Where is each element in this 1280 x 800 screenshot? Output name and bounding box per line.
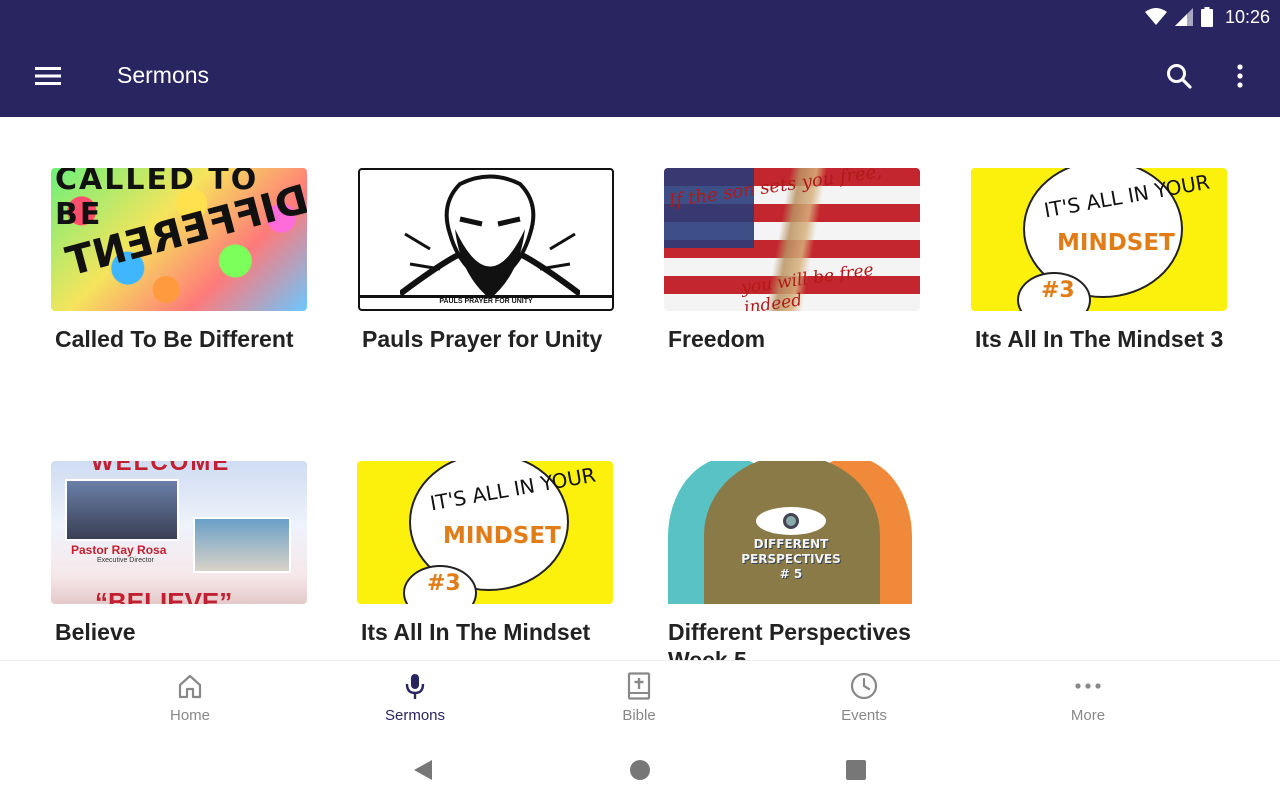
sermon-card[interactable]: CALLED TO BE DIFFERENT Called To Be Diff…	[51, 168, 311, 353]
sermon-card[interactable]: WELCOME Pastor Ray Rosa Executive Direct…	[51, 461, 311, 646]
nav-item-sermons[interactable]: Sermons	[355, 671, 475, 733]
home-circle-icon	[630, 760, 650, 780]
bible-icon	[627, 672, 651, 700]
thumbnail-text: PERSPECTIVES	[741, 552, 841, 566]
recents-button[interactable]	[844, 758, 868, 782]
sermon-title: Pauls Prayer for Unity	[362, 326, 603, 352]
pupil	[783, 513, 799, 529]
sermon-title: Different Perspectives Week 5	[668, 619, 911, 660]
nav-item-events[interactable]: Events	[804, 671, 924, 733]
sermon-thumbnail: DIFFERENT PERSPECTIVES # 5	[664, 461, 920, 604]
page-title: Sermons	[117, 62, 210, 88]
search-icon	[1167, 64, 1192, 89]
menu-button[interactable]	[30, 60, 66, 92]
wifi-icon	[1144, 8, 1167, 25]
system-navigation-bar	[0, 740, 1280, 800]
home-system-button[interactable]	[628, 758, 652, 782]
paul-illustration-icon	[400, 174, 580, 299]
nav-icon-wrap	[624, 671, 654, 701]
more-horizontal-icon	[1075, 683, 1101, 689]
nav-label: Home	[169, 707, 210, 724]
nav-icon-wrap	[400, 671, 430, 701]
sermon-grid: CALLED TO BE DIFFERENT Called To Be Diff…	[0, 117, 1280, 660]
more-vertical-icon	[1237, 64, 1243, 88]
thumbnail-text-block: DIFFERENT PERSPECTIVES # 5	[716, 537, 866, 582]
signal-icon	[1174, 8, 1193, 26]
sermon-thumbnail: IT'S ALL IN YOUR MINDSET #3	[357, 461, 613, 604]
sermon-title: Called To Be Different	[55, 326, 294, 352]
group-photo	[193, 517, 291, 573]
back-button[interactable]	[411, 758, 435, 782]
sermon-card[interactable]: IT'S ALL IN YOUR MINDSET #3 Its All In T…	[357, 461, 617, 646]
status-bar: 10:26	[0, 0, 1280, 34]
overflow-menu-button[interactable]	[1224, 59, 1256, 93]
sermon-title: Believe	[55, 619, 136, 645]
sermon-title: Freedom	[668, 326, 766, 352]
sermon-thumbnail: IT'S ALL IN YOUR MINDSET #3	[971, 168, 1227, 311]
thumbnail-text: Executive Director	[97, 557, 154, 564]
thumbnail-text: WELCOME	[91, 461, 231, 476]
back-triangle-icon	[414, 760, 432, 780]
thumbnail-text: #3	[1041, 278, 1075, 303]
sermon-thumbnail: PAULS PRAYER FOR UNITY	[358, 168, 614, 311]
thumbnail-text: DIFFERENT	[753, 537, 829, 551]
hamburger-menu-icon	[35, 67, 61, 85]
status-icons: 10:26	[1144, 6, 1270, 28]
nav-label: More	[1070, 707, 1106, 724]
sermon-thumbnail: CALLED TO BE DIFFERENT	[51, 168, 307, 311]
nav-label: Events	[841, 707, 887, 724]
nav-label: Sermons	[384, 707, 446, 724]
home-icon	[178, 674, 202, 699]
nav-item-more[interactable]: More	[1028, 671, 1148, 733]
bottom-navigation: Home Sermons Bible Events More	[0, 660, 1280, 740]
thumbnail-text: MINDSET	[443, 523, 561, 549]
microphone-icon	[405, 674, 425, 699]
thumbnail-text: #3	[427, 571, 461, 596]
recents-square-icon	[846, 760, 866, 780]
thumbnail-text: PAULS PRAYER FOR UNITY	[360, 295, 612, 309]
nav-icon-wrap	[175, 671, 205, 701]
thumbnail-text: # 5	[779, 567, 803, 581]
app-bar: 10:26 Sermons	[0, 0, 1280, 117]
thumbnail-text: Pastor Ray Rosa	[71, 543, 167, 557]
status-time: 10:26	[1224, 6, 1270, 27]
sermon-title: Its All In The Mindset 3	[975, 326, 1224, 352]
nav-item-home[interactable]: Home	[130, 671, 250, 733]
pastor-photo	[65, 479, 179, 541]
sermon-thumbnail: WELCOME Pastor Ray Rosa Executive Direct…	[51, 461, 307, 604]
thumbnail-text: “BELIEVE”	[95, 587, 233, 604]
sermon-title: Its All In The Mindset	[361, 619, 591, 645]
nav-label: Bible	[622, 707, 656, 724]
sermon-card[interactable]: DIFFERENT PERSPECTIVES # 5 Different Per…	[664, 461, 924, 660]
thumbnail-text: MINDSET	[1057, 230, 1175, 256]
nav-icon-wrap	[1073, 671, 1103, 701]
sermon-card[interactable]: If the son sets you free, you will be fr…	[664, 168, 924, 353]
clock-icon	[850, 672, 878, 700]
sermon-card[interactable]: IT'S ALL IN YOUR MINDSET #3 Its All In T…	[971, 168, 1231, 353]
nav-item-bible[interactable]: Bible	[579, 671, 699, 733]
sermon-card[interactable]: PAULS PRAYER FOR UNITY Pauls Prayer for …	[358, 168, 618, 353]
battery-icon	[1200, 7, 1213, 27]
nav-icon-wrap	[849, 671, 879, 701]
sermon-thumbnail: If the son sets you free, you will be fr…	[664, 168, 920, 311]
search-button[interactable]	[1162, 59, 1196, 93]
